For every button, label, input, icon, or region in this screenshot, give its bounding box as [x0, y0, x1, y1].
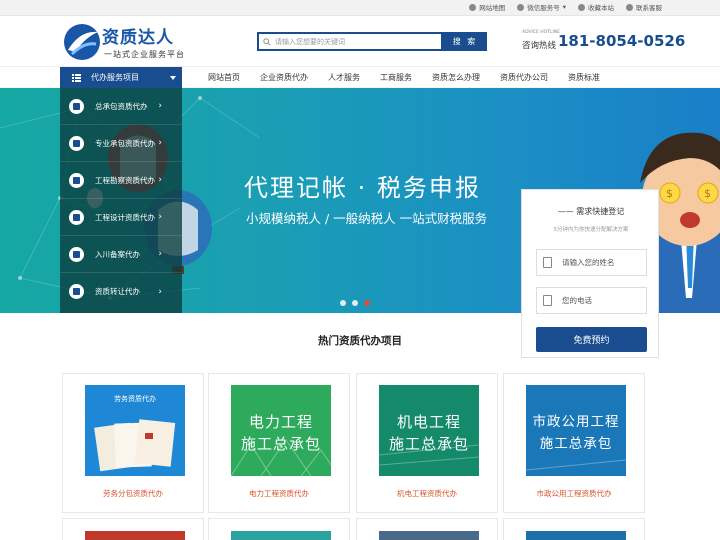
list-icon: [72, 73, 81, 82]
quick-register-form: —— 需求快捷登记 5分钟内为你快速分配解决方案 免费预约: [521, 189, 659, 358]
carousel-dot[interactable]: [340, 300, 346, 306]
project-card-mech[interactable]: 机电工程 施工总承包 机电工程资质代办: [356, 373, 498, 513]
bookmark-link[interactable]: 收藏本站: [578, 2, 614, 12]
project-card-row2[interactable]: [62, 518, 204, 540]
chevron-right-icon: ›: [158, 249, 162, 259]
main-nav: 代办服务项目 网站首页 企业资质代办 人才服务 工商服务 资质怎么办理 资质代办…: [0, 66, 720, 88]
register-subtitle: 5分钟内为你快速分配解决方案: [553, 227, 629, 233]
logo-mark-icon: [64, 24, 100, 60]
submit-button[interactable]: 免费预约: [536, 327, 647, 352]
chevron-right-icon: ›: [158, 101, 162, 111]
card-caption[interactable]: 电力工程资质代办: [209, 488, 349, 499]
phone-input[interactable]: [562, 296, 642, 305]
phone-icon: [543, 295, 552, 306]
carousel-dot[interactable]: [352, 300, 358, 306]
chevron-right-icon: ›: [158, 175, 162, 185]
search-button[interactable]: 搜 索: [443, 32, 487, 51]
hotline-label: 咨询热线: [522, 41, 557, 51]
name-field: [536, 249, 647, 276]
side-item-professional[interactable]: 专业承包资质代办 ›: [60, 125, 182, 162]
wechat-link[interactable]: 微信服务号 ▾: [517, 2, 566, 12]
contact-link[interactable]: 联系客服: [626, 2, 662, 12]
project-card-power[interactable]: 电力工程 施工总承包 电力工程资质代办: [208, 373, 350, 513]
card-image: [85, 531, 185, 540]
svg-text:$: $: [704, 187, 711, 200]
chevron-right-icon: ›: [158, 286, 162, 297]
svg-text:$: $: [666, 187, 673, 200]
search-box: [257, 32, 443, 51]
hotline: ADVICE HOTLINE 咨询热线 181-8054-0526: [522, 30, 702, 60]
wechat-icon: [517, 3, 525, 11]
project-card-municipal[interactable]: 市政公用工程 施工总承包 市政公用工程资质代办: [503, 373, 645, 513]
category-menu-button[interactable]: 代办服务项目: [60, 67, 182, 88]
search-bar: 搜 索: [257, 32, 487, 51]
document-icon: [69, 172, 84, 188]
nav-item-company[interactable]: 资质代办公司: [500, 72, 548, 83]
utility-links: 网站地图 微信服务号 ▾ 收藏本站 联系客服: [469, 2, 662, 12]
nav-item-howto[interactable]: 资质怎么办理: [432, 72, 480, 83]
headset-icon: [626, 3, 633, 11]
site-logo[interactable]: 资质达人 一站式企业服务平台: [62, 22, 192, 64]
side-item-transfer[interactable]: 资质转让代办 ›: [60, 273, 182, 310]
nav-items: 网站首页 企业资质代办 人才服务 工商服务 资质怎么办理 资质代办公司 资质标准: [208, 67, 620, 88]
search-icon: [263, 37, 271, 46]
project-card-labor[interactable]: 劳务资质代办 劳务分包资质代办: [62, 373, 204, 513]
sitemap-link[interactable]: 网站地图: [469, 2, 505, 12]
chevron-right-icon: ›: [158, 138, 162, 148]
edit-icon: [69, 135, 84, 151]
card-image: [231, 531, 331, 540]
user-icon: [69, 209, 84, 225]
project-card-row2[interactable]: [356, 518, 498, 540]
nav-item-home[interactable]: 网站首页: [208, 72, 240, 83]
logo-name: 资质达人: [102, 28, 174, 48]
side-item-design[interactable]: 工程设计资质代办 ›: [60, 199, 182, 236]
card-overlay-title: 机电工程 施工总承包: [388, 413, 469, 453]
side-item-filing[interactable]: 入川备案代办 ›: [60, 236, 182, 273]
card-mini-title: 劳务资质代办: [114, 395, 156, 403]
search-input[interactable]: [275, 37, 435, 46]
logo-slogan: 一站式企业服务平台: [104, 50, 185, 59]
site-header: 资质达人 一站式企业服务平台 搜 索 ADVICE HOTLINE 咨询热线 1…: [0, 16, 720, 66]
register-title: —— 需求快捷登记: [557, 207, 625, 216]
hotline-number[interactable]: 181-8054-0526: [558, 32, 685, 50]
banner-headline: 代理记帐 · 税务申报: [244, 174, 481, 202]
star-icon: [578, 3, 585, 11]
carousel-dot-active[interactable]: [364, 300, 370, 306]
card-overlay-title: 市政公用工程 施工总承包: [532, 414, 620, 452]
nav-item-business[interactable]: 工商服务: [380, 72, 412, 83]
chevron-right-icon: ›: [158, 212, 162, 222]
person-icon: [69, 98, 84, 114]
banner-subline: 小规模纳税人 / 一般纳税人 一站式财税服务: [246, 211, 488, 226]
category-side-menu: 总承包资质代办 › 专业承包资质代办 › 工程勘察资质代办 › 工程设计资质代办 › 入…: [60, 88, 182, 313]
card-image: [379, 531, 479, 540]
card-overlay-title: 电力工程 施工总承包: [240, 413, 321, 453]
card-caption[interactable]: 市政公用工程资质代办: [504, 488, 644, 499]
project-card-row2[interactable]: [208, 518, 350, 540]
name-input[interactable]: [562, 258, 642, 267]
card-caption[interactable]: 机电工程资质代办: [357, 488, 497, 499]
side-item-general-contract[interactable]: 总承包资质代办 ›: [60, 88, 182, 125]
project-card-row2[interactable]: [503, 518, 645, 540]
phone-field: [536, 287, 647, 314]
chevron-down-icon: [170, 75, 176, 80]
nav-item-qualification[interactable]: 企业资质代办: [260, 72, 308, 83]
sitemap-icon: [469, 3, 477, 11]
carousel-dots: [340, 300, 370, 306]
nav-item-standard[interactable]: 资质标准: [568, 72, 600, 83]
category-menu-label: 代办服务项目: [91, 73, 139, 82]
card-image: [526, 531, 626, 540]
pencil-icon: [543, 257, 552, 268]
nav-item-talent[interactable]: 人才服务: [328, 72, 360, 83]
calculator-icon: [69, 246, 84, 262]
hotline-en-label: ADVICE HOTLINE: [522, 30, 561, 35]
top-utility-bar: 网站地图 微信服务号 ▾ 收藏本站 联系客服: [0, 0, 720, 16]
transfer-icon: [69, 284, 84, 299]
card-caption[interactable]: 劳务分包资质代办: [63, 488, 203, 499]
side-item-survey[interactable]: 工程勘察资质代办 ›: [60, 162, 182, 199]
